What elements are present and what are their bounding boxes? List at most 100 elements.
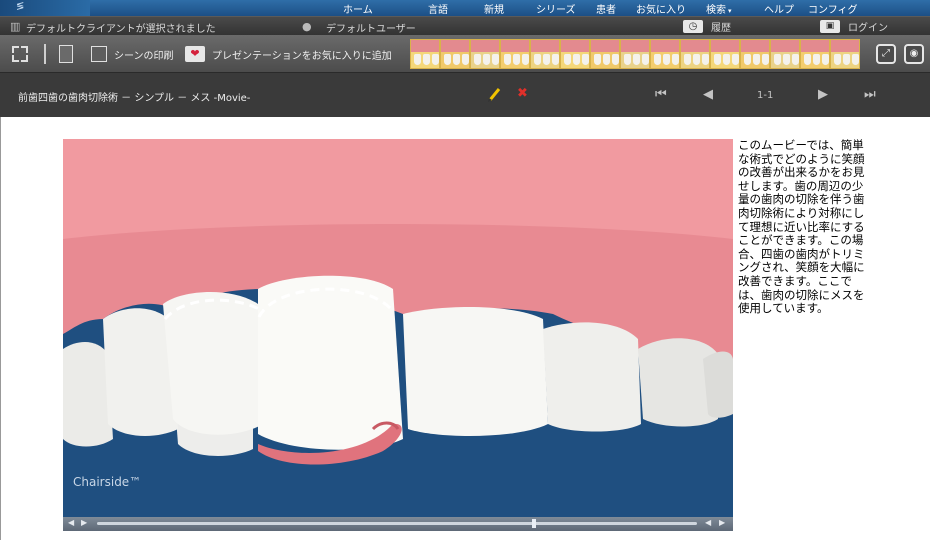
history-button[interactable]: ◷ 履歴	[683, 19, 731, 34]
pencil-icon[interactable]	[487, 86, 501, 102]
forward-icon[interactable]: ▶	[719, 518, 725, 527]
thumbnail-tooth	[642, 54, 649, 65]
scene-thumbnail[interactable]	[680, 39, 710, 69]
toolbar: シーンの印刷 ❤ プレゼンテーションをお気に入りに追加 ⤢ ◉	[0, 35, 930, 73]
thumbnail-gum	[621, 40, 649, 52]
next-page-icon[interactable]: ▶	[818, 87, 828, 102]
thumbnail-tooth	[714, 54, 721, 65]
status-bar: ▥ デフォルトクライアントが選択されました ● デフォルトユーザー ◷ 履歴 ▣…	[0, 16, 930, 35]
thumbnail-tooth	[672, 54, 679, 65]
seek-handle[interactable]	[532, 519, 537, 528]
scene-thumbnail[interactable]	[620, 39, 650, 69]
watermark-trademark: ™	[129, 475, 142, 489]
thumbnail-tooth	[663, 54, 670, 65]
main-menu: ホーム 言語 新規 シリーズ 患者 お気に入り 検索 ▾ ヘルプ コンフィグ	[0, 0, 930, 16]
toolbar-divider	[44, 44, 46, 64]
fullscreen-icon[interactable]: ⤢	[876, 44, 896, 64]
scene-thumbnail[interactable]	[650, 39, 680, 69]
user-name: デフォルトユーザー	[326, 24, 416, 35]
seek-bar[interactable]	[97, 519, 697, 528]
page-indicator: 1-1	[757, 90, 774, 101]
scene-thumbnail[interactable]	[770, 39, 800, 69]
thumbnail-tooth	[783, 54, 790, 65]
volume-icon[interactable]: ◀	[68, 518, 74, 527]
title-bar: 前歯四歯の歯肉切除術 － シンプル － メス -Movie- ✖ ⏮ ◀ 1-1…	[0, 73, 930, 117]
scene-thumbnail[interactable]	[440, 39, 470, 69]
scene-thumbnail[interactable]	[410, 39, 440, 69]
thumbnail-tooth	[702, 54, 709, 65]
menu-help[interactable]: ヘルプ	[764, 1, 794, 16]
scene-thumbnail[interactable]	[500, 39, 530, 69]
thumbnail-gum	[681, 40, 709, 52]
menu-home[interactable]: ホーム	[343, 1, 373, 16]
thumbnail-gum	[711, 40, 739, 52]
thumbnail-gum	[801, 40, 829, 52]
menu-language[interactable]: 言語	[428, 1, 448, 16]
thumbnail-tooth	[822, 54, 829, 65]
print-icon[interactable]	[91, 46, 107, 62]
thumbnail-tooth	[492, 54, 499, 65]
thumbnail-tooth	[462, 54, 469, 65]
menu-patient[interactable]: 患者	[596, 1, 616, 16]
video-player[interactable]: Chairside™	[63, 139, 733, 531]
last-page-icon[interactable]: ⏭	[864, 87, 876, 102]
document-icon[interactable]	[59, 45, 73, 63]
scene-thumbnail[interactable]	[740, 39, 770, 69]
thumbnail-gum	[411, 40, 439, 52]
thumbnail-tooth	[582, 54, 589, 65]
thumbnail-gum	[651, 40, 679, 52]
thumbnail-tooth	[552, 54, 559, 65]
thumbnail-tooth	[792, 54, 799, 65]
delete-icon[interactable]: ✖	[517, 86, 528, 101]
first-page-icon[interactable]: ⏮	[655, 87, 667, 102]
grid-view-icon[interactable]	[12, 46, 28, 62]
rewind-icon[interactable]: ◀	[705, 518, 711, 527]
scene-thumbnail[interactable]	[530, 39, 560, 69]
thumbnail-tooth	[843, 54, 850, 65]
thumbnail-tooth	[513, 54, 520, 65]
lock-icon: ▣	[820, 19, 840, 33]
menu-series[interactable]: シリーズ	[536, 1, 576, 16]
content-area: Chairside™ ◀ ▶ ◀ ▶ このムービーでは、簡単な術式でどのように笑…	[0, 117, 930, 540]
thumbnail-tooth	[753, 54, 760, 65]
print-scene-button[interactable]: シーンの印刷	[114, 47, 174, 62]
scene-thumbnail[interactable]	[800, 39, 830, 69]
thumbnail-tooth	[804, 54, 811, 65]
heart-icon[interactable]: ❤	[185, 46, 205, 62]
menu-favorites[interactable]: お気に入り	[636, 1, 686, 16]
add-favorite-button[interactable]: プレゼンテーションをお気に入りに追加	[212, 47, 392, 62]
thumbnail-tooth	[453, 54, 460, 65]
thumbnail-tooth	[543, 54, 550, 65]
previous-page-icon[interactable]: ◀	[703, 87, 713, 102]
thumbnail-gum	[591, 40, 619, 52]
scene-thumbnail[interactable]	[560, 39, 590, 69]
scene-thumbnail[interactable]	[470, 39, 500, 69]
clock-icon: ◷	[683, 19, 703, 33]
watermark-label: Chairside™	[73, 475, 141, 489]
client-status: デフォルトクライアントが選択されました	[26, 24, 216, 35]
thumbnail-tooth	[432, 54, 439, 65]
thumbnail-tooth	[852, 54, 859, 65]
thumbnail-tooth	[654, 54, 661, 65]
thumbnail-gum	[741, 40, 769, 52]
thumbnail-tooth	[744, 54, 751, 65]
thumbnail-tooth	[684, 54, 691, 65]
thumbnail-tooth	[414, 54, 421, 65]
teeth-illustration	[63, 139, 733, 531]
menu-config[interactable]: コンフィグ	[808, 1, 858, 16]
thumbnail-tooth	[483, 54, 490, 65]
menu-new[interactable]: 新規	[484, 1, 504, 16]
thumbnail-tooth	[504, 54, 511, 65]
thumbnail-tooth	[603, 54, 610, 65]
camera-icon[interactable]: ◉	[904, 44, 924, 64]
thumbnail-tooth	[612, 54, 619, 65]
scene-thumbnail[interactable]	[830, 39, 860, 69]
menu-search[interactable]: 検索 ▾	[706, 1, 732, 16]
presentation-title: 前歯四歯の歯肉切除術 － シンプル － メス -Movie-	[18, 93, 251, 104]
scene-thumbnail[interactable]	[590, 39, 620, 69]
scene-thumbnail[interactable]	[710, 39, 740, 69]
user-icon: ●	[302, 20, 312, 33]
play-icon[interactable]: ▶	[81, 518, 87, 527]
login-button[interactable]: ▣ ログイン	[820, 19, 888, 34]
history-label: 履歴	[711, 22, 731, 34]
